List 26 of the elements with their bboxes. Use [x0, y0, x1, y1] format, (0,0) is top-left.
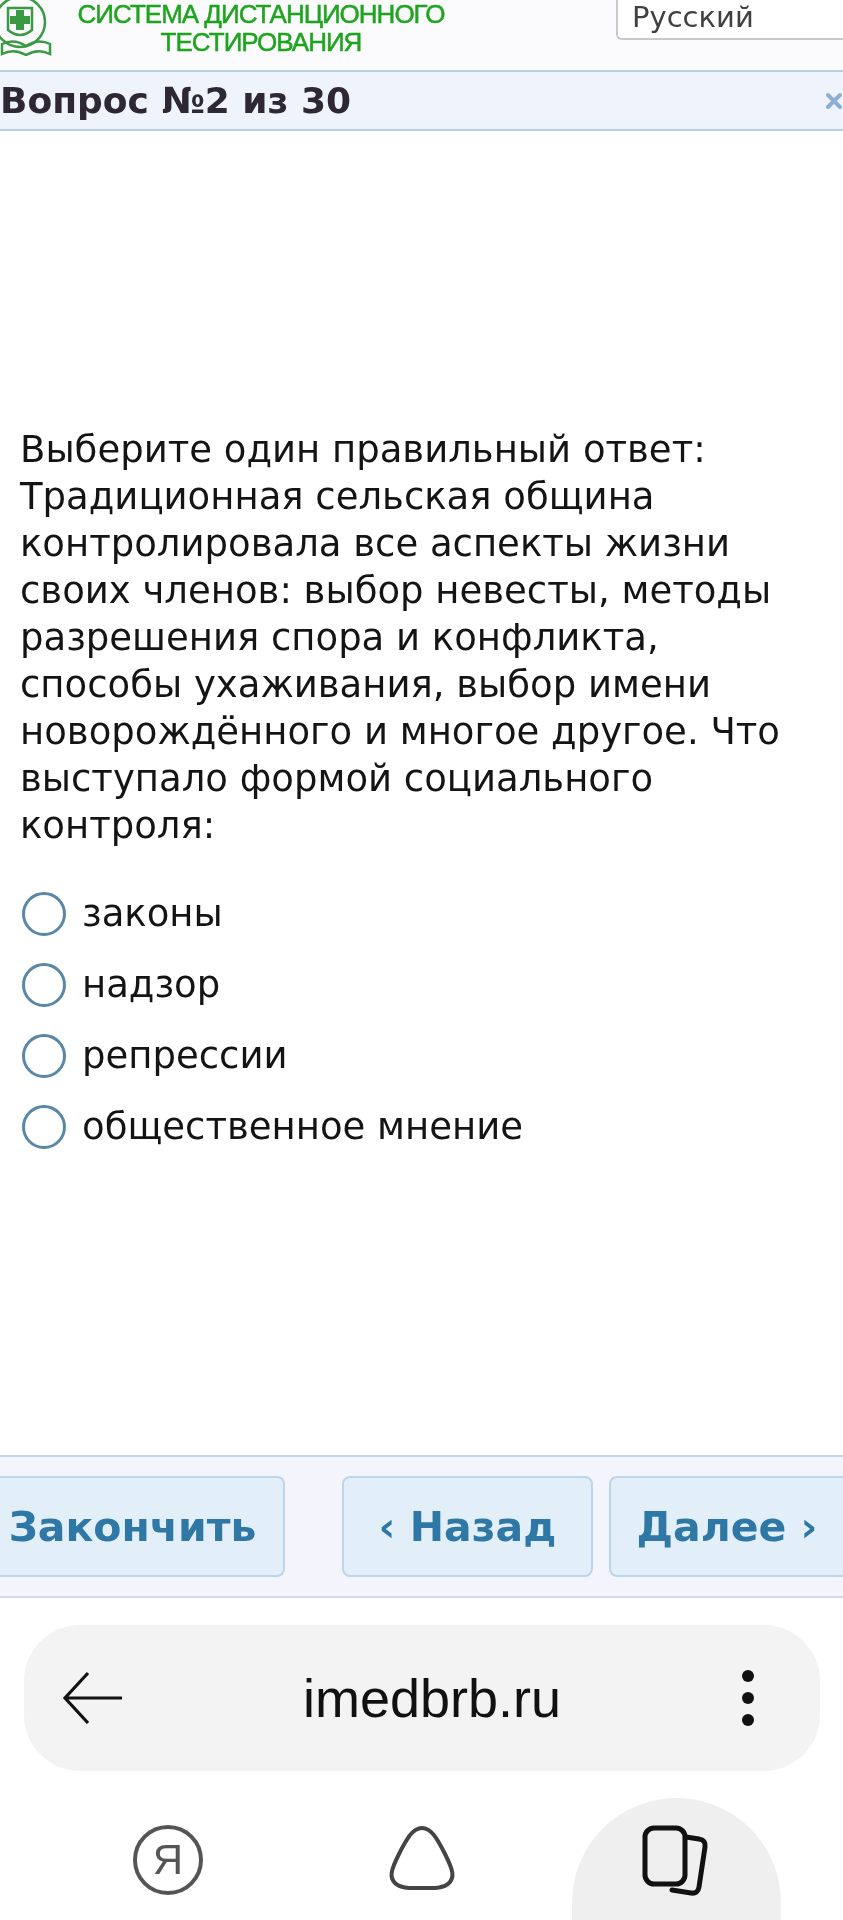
answer-option[interactable]: надзор [82, 961, 221, 1008]
close-icon[interactable] [826, 90, 842, 111]
radio-button[interactable] [22, 891, 66, 936]
url-text[interactable]: imedbrb.ru [123, 1667, 741, 1729]
finish-button[interactable]: Закончить [0, 1476, 285, 1577]
bottom-nav-tab[interactable] [387, 1825, 457, 1891]
question-instruction: Выберите один правильный ответ: [20, 427, 707, 473]
radio-button[interactable] [22, 1033, 66, 1078]
site-title: СИСТЕМА ДИСТАНЦИОННОГО ТЕСТИРОВАНИЯ [76, 0, 446, 56]
language-select[interactable]: Русский [616, 0, 843, 40]
rounded-triangle-icon [387, 1825, 457, 1891]
radio-button[interactable] [22, 962, 66, 1007]
back-button[interactable]: ‹ Назад [342, 1476, 593, 1577]
bottom-nav-tab[interactable]: Я [133, 1825, 203, 1895]
back-arrow-icon[interactable] [62, 1671, 123, 1725]
question-text: Традиционная сельская община контролировала все аспекты жизни своих членов: выбор невесты, методы разрешения спора и конфликта, способы ухаживания, выбор имени новорождённого и многое другое. Что выступало формой социального контроля: [20, 474, 781, 849]
radio-button[interactable] [22, 1104, 66, 1149]
more-options-icon[interactable] [741, 1669, 755, 1727]
logo-icon [0, 0, 52, 56]
question-number-title: Вопрос №2 из 30 [0, 78, 352, 123]
answer-option[interactable]: законы [82, 890, 223, 937]
address-bar[interactable]: imedbrb.ru [24, 1625, 820, 1771]
next-button[interactable]: Далее › [609, 1476, 843, 1577]
answer-option[interactable]: репрессии [82, 1032, 288, 1079]
answer-option[interactable]: общественное мнение [82, 1103, 523, 1150]
stacked-cards-icon [642, 1825, 710, 1898]
